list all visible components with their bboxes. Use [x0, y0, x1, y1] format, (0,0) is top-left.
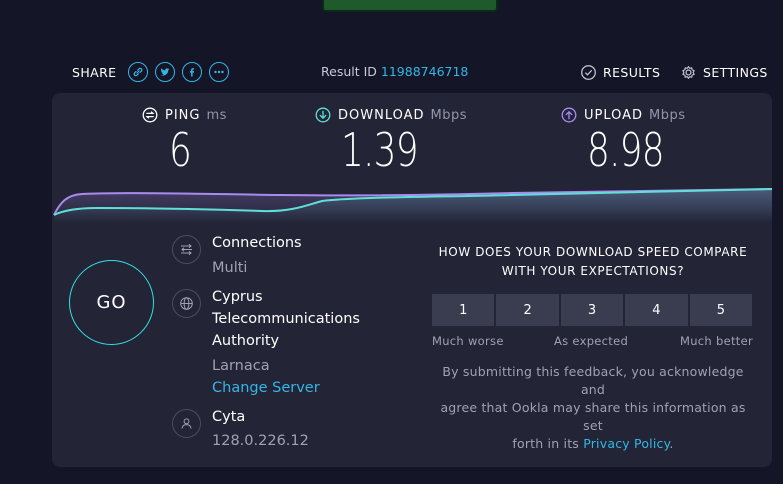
- scale-high-label: Much better: [680, 334, 753, 348]
- isp-ip: 128.0.226.12: [212, 433, 309, 449]
- speed-graph: [53, 188, 772, 223]
- connections-value: Multi: [212, 260, 248, 276]
- ping-unit: ms: [206, 107, 227, 123]
- globe-icon: [172, 289, 201, 318]
- ping-label: PING: [165, 107, 201, 123]
- gear-icon: [682, 65, 695, 79]
- connections-info: Connections Multi: [212, 232, 302, 279]
- share-label: SHARE: [72, 64, 117, 80]
- scale-low-label: Much worse: [432, 334, 504, 348]
- isp-name: Cyta: [212, 409, 246, 425]
- server-info: Cyprus Telecommunications Authority Larn…: [212, 286, 360, 399]
- rating-button-1[interactable]: 1: [432, 294, 495, 326]
- facebook-icon[interactable]: [182, 62, 203, 82]
- upload-value: 8.98: [587, 123, 665, 177]
- feedback-note-line1: By submitting this feedback, you acknowl…: [442, 364, 744, 397]
- go-button[interactable]: GO: [69, 260, 154, 345]
- connections-icon: [172, 235, 201, 264]
- twitter-icon[interactable]: [155, 62, 176, 82]
- feedback-title-line1: HOW DOES YOUR DOWNLOAD SPEED COMPARE: [438, 245, 748, 259]
- feedback-note-line3-prefix: forth in its: [512, 436, 580, 451]
- server-name-line1: Cyprus: [212, 289, 263, 305]
- upload-icon: [561, 107, 577, 123]
- change-server-link[interactable]: Change Server: [212, 377, 360, 399]
- share-group: SHARE: [72, 58, 230, 86]
- results-label: RESULTS: [603, 64, 661, 80]
- check-circle-icon: [581, 64, 596, 80]
- feedback-title: HOW DOES YOUR DOWNLOAD SPEED COMPARE WIT…: [430, 243, 756, 281]
- download-value: 1.39: [341, 123, 419, 177]
- server-name-line2: Telecommunications: [212, 311, 360, 327]
- upload-label: UPLOAD: [584, 107, 644, 123]
- user-icon: [172, 409, 201, 438]
- settings-button[interactable]: SETTINGS: [680, 58, 768, 86]
- results-panel: PING ms 6 DOWNLOAD Mbps 1.39 UPLOAD Mbps…: [52, 93, 772, 467]
- rating-button-2[interactable]: 2: [496, 294, 559, 326]
- book-now-banner[interactable]: Book Now!: [322, 0, 498, 12]
- more-icon[interactable]: [209, 62, 230, 82]
- go-label: GO: [96, 292, 127, 313]
- isp-info: Cyta 128.0.226.12: [212, 406, 309, 452]
- download-header: DOWNLOAD Mbps: [315, 107, 467, 123]
- download-icon: [315, 107, 331, 123]
- rating-button-5[interactable]: 5: [689, 294, 753, 326]
- rating-button-3[interactable]: 3: [560, 294, 624, 326]
- result-id: Result ID 11988746718: [321, 58, 468, 86]
- feedback-note-line3-suffix: .: [669, 436, 674, 451]
- privacy-policy-link[interactable]: Privacy Policy: [583, 436, 669, 451]
- upload-header: UPLOAD Mbps: [561, 107, 686, 123]
- settings-label: SETTINGS: [703, 64, 768, 80]
- scale-mid-label: As expected: [554, 334, 629, 348]
- link-icon[interactable]: [128, 62, 149, 82]
- download-label: DOWNLOAD: [338, 107, 425, 123]
- connections-label: Connections: [212, 235, 302, 251]
- rating-scale: 1 2 3 4 5: [432, 294, 753, 326]
- ping-icon: [142, 107, 158, 123]
- rating-button-4[interactable]: 4: [625, 294, 688, 326]
- server-name-line3: Authority: [212, 333, 280, 349]
- top-bar: SHARE Result ID 11988746718 RESULTS SETT…: [0, 58, 783, 86]
- feedback-title-line2: WITH YOUR EXPECTATIONS?: [501, 264, 685, 278]
- result-id-link[interactable]: 11988746718: [381, 64, 468, 79]
- upload-unit: Mbps: [649, 107, 686, 123]
- feedback-note-line3: forth in its Privacy Policy.: [430, 435, 756, 453]
- download-unit: Mbps: [430, 107, 468, 123]
- result-id-label: Result ID: [321, 64, 377, 79]
- server-location: Larnaca: [212, 358, 270, 374]
- results-button[interactable]: RESULTS: [580, 58, 660, 86]
- ping-header: PING ms: [142, 107, 227, 123]
- feedback-section: HOW DOES YOUR DOWNLOAD SPEED COMPARE WIT…: [430, 243, 756, 451]
- ping-value: 6: [169, 123, 192, 177]
- feedback-note-line2: agree that Ookla may share this informat…: [440, 400, 746, 433]
- feedback-note: By submitting this feedback, you acknowl…: [430, 363, 756, 453]
